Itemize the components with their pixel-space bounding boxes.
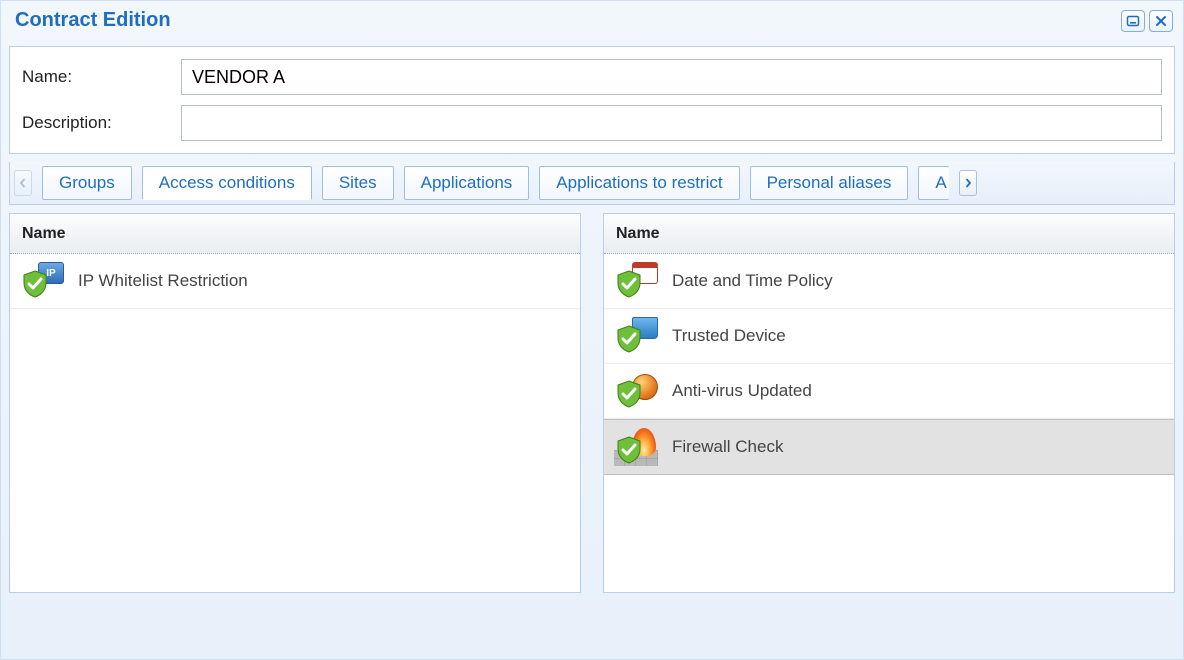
name-input[interactable] bbox=[181, 59, 1162, 95]
tab-bar: Groups Access conditions Sites Applicati… bbox=[9, 162, 1175, 205]
shield-check-icon bbox=[616, 436, 642, 464]
window-title: Contract Edition bbox=[15, 9, 171, 32]
list-item[interactable]: Trusted Device bbox=[604, 309, 1174, 364]
date-time-icon bbox=[614, 262, 658, 300]
list-item-label: Anti-virus Updated bbox=[672, 381, 812, 401]
ip-whitelist-icon bbox=[20, 262, 64, 300]
tab-applications-to-restrict[interactable]: Applications to restrict bbox=[539, 166, 739, 200]
firewall-icon bbox=[614, 428, 658, 466]
row-name: Name: bbox=[16, 59, 1162, 95]
description-input[interactable] bbox=[181, 105, 1162, 141]
antivirus-icon bbox=[614, 372, 658, 410]
name-label: Name: bbox=[16, 67, 181, 87]
left-list: IP Whitelist Restriction bbox=[10, 254, 580, 592]
tab-applications[interactable]: Applications bbox=[404, 166, 530, 200]
list-item-label: Firewall Check bbox=[672, 437, 783, 457]
list-item-label: Date and Time Policy bbox=[672, 271, 833, 291]
list-item[interactable]: Date and Time Policy bbox=[604, 254, 1174, 309]
titlebar: Contract Edition bbox=[1, 1, 1183, 38]
chevron-left-icon bbox=[18, 178, 28, 188]
left-pane-header: Name bbox=[10, 214, 580, 254]
right-pane: Name Date and Time Policy bbox=[603, 213, 1175, 593]
shield-check-icon bbox=[616, 380, 642, 408]
description-label: Description: bbox=[16, 113, 181, 133]
tab-sites[interactable]: Sites bbox=[322, 166, 394, 200]
tab-scroll-left[interactable] bbox=[14, 170, 32, 196]
chevron-right-icon bbox=[963, 178, 973, 188]
shield-check-icon bbox=[616, 325, 642, 353]
close-icon bbox=[1155, 15, 1167, 27]
list-item[interactable]: IP Whitelist Restriction bbox=[10, 254, 580, 309]
trusted-device-icon bbox=[614, 317, 658, 355]
left-pane: Name IP Whitelist Restriction bbox=[9, 213, 581, 593]
tab-overflow[interactable]: A bbox=[918, 166, 948, 200]
list-item[interactable]: Anti-virus Updated bbox=[604, 364, 1174, 419]
tab-access-conditions[interactable]: Access conditions bbox=[142, 166, 312, 200]
list-item[interactable]: Firewall Check bbox=[604, 419, 1174, 475]
close-button[interactable] bbox=[1149, 10, 1173, 32]
tab-groups[interactable]: Groups bbox=[42, 166, 132, 200]
row-description: Description: bbox=[16, 105, 1162, 141]
form-panel: Name: Description: bbox=[9, 46, 1175, 154]
split-panes: Name IP Whitelist Restriction Name bbox=[9, 213, 1175, 593]
shield-check-icon bbox=[616, 270, 642, 298]
right-list: Date and Time Policy Trusted Device bbox=[604, 254, 1174, 592]
window-controls bbox=[1121, 10, 1173, 32]
list-item-label: IP Whitelist Restriction bbox=[78, 271, 248, 291]
minimize-icon bbox=[1126, 15, 1140, 27]
contract-edition-window: Contract Edition Name: Description: bbox=[0, 0, 1184, 660]
tab-scroll-right[interactable] bbox=[959, 170, 977, 196]
list-item-label: Trusted Device bbox=[672, 326, 786, 346]
tab-personal-aliases[interactable]: Personal aliases bbox=[750, 166, 909, 200]
minimize-button[interactable] bbox=[1121, 10, 1145, 32]
right-pane-header: Name bbox=[604, 214, 1174, 254]
shield-check-icon bbox=[22, 270, 48, 298]
